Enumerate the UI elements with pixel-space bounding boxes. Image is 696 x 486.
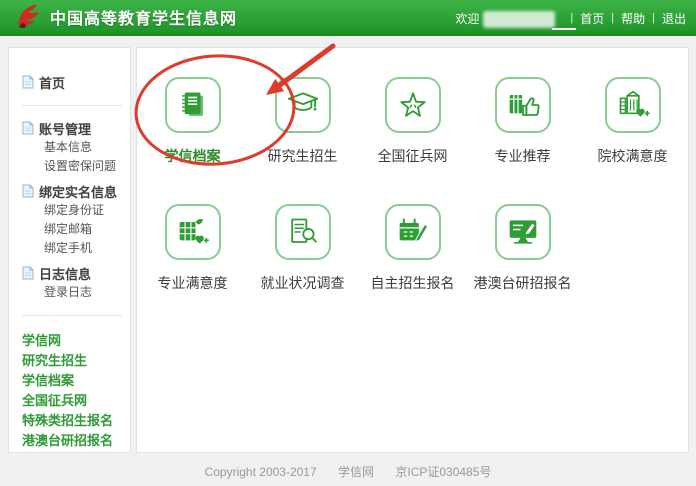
- sidebar-link-conscription[interactable]: 全国征兵网: [22, 391, 124, 411]
- tile-label: 自主招生报名: [371, 273, 455, 293]
- tile-major-recommendation[interactable]: 专业推荐: [468, 77, 578, 166]
- tile-label: 港澳台研招报名: [474, 273, 572, 293]
- sidebar-divider: [22, 315, 122, 316]
- top-header: 中国高等教育学生信息网 欢迎 | 首页 | 帮助 | 退出: [0, 0, 696, 36]
- tile-label: 学信档案: [165, 146, 221, 166]
- tile-conscription[interactable]: 全国征兵网: [358, 77, 468, 166]
- sidebar-item-basic-info[interactable]: 基本信息: [22, 138, 124, 157]
- sidebar-item-bind-id-card[interactable]: 绑定身份证: [22, 201, 124, 220]
- nav-home-link[interactable]: 首页: [580, 10, 604, 27]
- tile-label: 专业推荐: [495, 146, 551, 166]
- army-star-icon: [385, 77, 441, 133]
- sidebar-item-bind-email[interactable]: 绑定邮箱: [22, 220, 124, 239]
- tile-hmt-enrollment[interactable]: 港澳台研招报名: [468, 204, 578, 293]
- sidebar-link-graduate-admission[interactable]: 研究生招生: [22, 351, 124, 371]
- username-redacted: [483, 11, 555, 28]
- tile-independent-enrollment[interactable]: 自主招生报名: [358, 204, 468, 293]
- sidebar-item-account-mgmt[interactable]: 账号管理: [22, 118, 124, 138]
- tile-major-satisfaction[interactable]: 专业满意度: [138, 204, 248, 293]
- document-search-icon: [275, 204, 331, 260]
- sidebar-item-bind-phone[interactable]: 绑定手机: [22, 239, 124, 258]
- tile-xuexin-archive[interactable]: 学信档案: [138, 77, 248, 166]
- sidebar-link-hmt-enrollment[interactable]: 港澳台研招报名: [22, 431, 124, 451]
- username-underline: [552, 28, 576, 30]
- sidebar-item-log-info[interactable]: 日志信息: [22, 263, 124, 283]
- calendar-pencil-icon: [385, 204, 441, 260]
- monitor-edit-icon: [495, 204, 551, 260]
- notebook-icon: [165, 77, 221, 133]
- tile-college-satisfaction[interactable]: 院校满意度: [578, 77, 688, 166]
- footer-site-name: 学信网: [338, 465, 374, 479]
- page-icon: [22, 184, 34, 198]
- thumbs-up-book-icon: [495, 77, 551, 133]
- main-panel: 学信档案 研究生招生 全国征兵网: [136, 47, 689, 453]
- tile-graduate-admission[interactable]: 研究生招生: [248, 77, 358, 166]
- tile-label: 就业状况调查: [261, 273, 345, 293]
- welcome-label: 欢迎: [455, 10, 479, 27]
- sidebar: 首页 账号管理 基本信息 设置密保问题 绑定实名信息 绑定身份证 绑定邮箱 绑定…: [8, 47, 131, 453]
- page-icon: [22, 121, 34, 135]
- sidebar-link-special-enrollment[interactable]: 特殊类招生报名: [22, 411, 124, 431]
- nav-logout-link[interactable]: 退出: [662, 10, 686, 27]
- tile-label: 全国征兵网: [378, 146, 448, 166]
- tile-label: 院校满意度: [598, 146, 668, 166]
- sidebar-divider: [22, 105, 122, 106]
- site-title: 中国高等教育学生信息网: [50, 5, 237, 29]
- sidebar-link-chsi-archive[interactable]: 学信档案: [22, 371, 124, 391]
- building-heart-icon: [605, 77, 661, 133]
- nav-help-link[interactable]: 帮助: [621, 10, 645, 27]
- tile-employment-survey[interactable]: 就业状况调查: [248, 204, 358, 293]
- footer: Copyright 2003-2017 学信网 京ICP证030485号: [0, 463, 696, 480]
- page-icon: [22, 75, 34, 89]
- sidebar-item-identity-binding[interactable]: 绑定实名信息: [22, 181, 124, 201]
- graduation-cap-icon: [275, 77, 331, 133]
- chsi-logo-icon: [14, 3, 42, 31]
- footer-copyright: Copyright 2003-2017: [205, 465, 317, 479]
- sidebar-item-security-question[interactable]: 设置密保问题: [22, 157, 124, 176]
- sidebar-link-chsi[interactable]: 学信网: [22, 331, 124, 351]
- footer-icp: 京ICP证030485号: [395, 465, 491, 479]
- sidebar-item-home[interactable]: 首页: [22, 72, 124, 92]
- page-icon: [22, 266, 34, 280]
- tile-label: 专业满意度: [158, 273, 228, 293]
- sidebar-item-login-log[interactable]: 登录日志: [22, 283, 124, 302]
- tile-label: 研究生招生: [268, 146, 338, 166]
- book-heart-icon: [165, 204, 221, 260]
